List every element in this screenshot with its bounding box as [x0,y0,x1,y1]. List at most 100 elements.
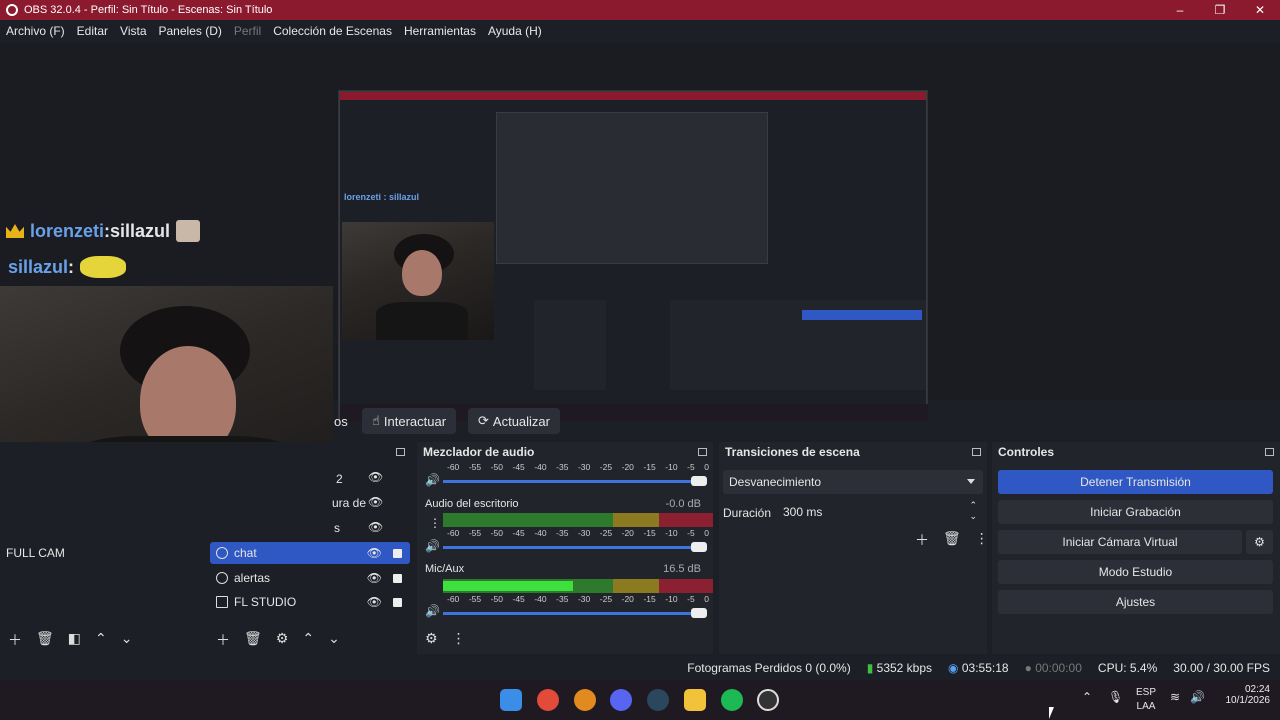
scene-item[interactable]: FULL CAM [6,546,65,560]
meter-scale: -60 -55 -50 -45 -40 -35 -30 -25 -20 -15 -10 -5 0 [447,594,709,604]
stop-streaming-button[interactable]: Detener Transmisión [998,470,1273,494]
microphone-icon[interactable]: 🎙 [1108,690,1123,704]
fl-studio-icon[interactable] [574,689,596,711]
obs-taskbar-icon[interactable] [757,689,779,711]
partial-button-label[interactable]: os [334,414,348,429]
down-icon[interactable]: ⌄ [121,630,133,650]
undock-icon[interactable] [1265,448,1274,456]
volume-slider[interactable] [443,476,707,486]
undock-icon[interactable] [698,448,707,456]
kebab-icon[interactable]: ⋮ [975,530,989,550]
channel-db: 16.5 dB [663,563,701,575]
chevron-up-icon[interactable]: ⌃ [1082,690,1092,704]
scenes-panel: FULL CAM ＋ 🗑 ◧ ⌃ ⌄ [0,442,206,654]
audio-mixer-panel: Mezclador de audio -60 -55 -50 -45 -40 -35 -30… [417,442,713,654]
refresh-button[interactable]: ⟳ Actualizar [468,408,560,434]
minimize-button[interactable]: – [1160,0,1200,20]
add-icon[interactable]: ＋ [216,630,230,650]
trash-icon[interactable]: 🗑 [36,630,54,650]
discord-icon[interactable] [610,689,632,711]
add-icon[interactable]: ＋ [8,630,22,650]
eye-icon[interactable]: 👁 [367,595,382,609]
close-button[interactable]: ✕ [1240,0,1280,20]
volume-slider[interactable] [443,608,707,618]
lock-icon[interactable] [393,573,402,583]
windows-start-icon[interactable] [500,689,522,711]
sources-header [206,442,411,462]
interact-button[interactable]: ☝ Interactuar [362,408,457,434]
down-icon[interactable]: ⌄ [328,630,340,650]
status-bar: Fotogramas Perdidos 0 (0.0%) ▮ 5352 kbps… [0,656,1280,680]
up-icon[interactable]: ⌃ [302,630,314,650]
menu-archivo[interactable]: Archivo (F) [6,24,65,38]
source-row-flstudio[interactable]: FL STUDIO 👁 [210,591,410,613]
studio-mode-button[interactable]: Modo Estudio [998,560,1273,584]
eye-icon[interactable]: 👁 [368,470,383,484]
settings-button[interactable]: Ajustes [998,590,1273,614]
source-label: chat [234,546,257,560]
spotify-icon[interactable] [721,689,743,711]
source-row-partial[interactable]: 2 [336,472,343,486]
meter-scale: -60 -55 -50 -45 -40 -35 -30 -25 -20 -15 -10 -5 0 [447,462,709,472]
start-virtual-camera-button[interactable]: Iniciar Cámara Virtual [998,530,1242,554]
source-row-partial[interactable]: ura de [332,496,366,510]
menu-bar: Archivo (F) Editar Vista Paneles (D) Per… [0,20,1280,42]
lock-icon[interactable] [393,548,402,558]
source-row-partial[interactable]: s [334,521,340,535]
eye-icon[interactable]: 👁 [368,495,383,509]
eye-icon[interactable]: 👁 [367,571,382,585]
spinner-icon[interactable]: ⌃ ⌄ [969,500,977,522]
menu-herramientas[interactable]: Herramientas [404,24,476,38]
transitions-header: Transiciones de escena [719,442,987,462]
source-row-chat[interactable]: chat 👁 [210,542,410,564]
filter-icon[interactable]: ◧ [68,630,81,650]
gear-icon[interactable]: ⚙ [276,630,289,650]
windows-taskbar: ⌃ 🎙 ESP LAA ≋ 🔊 02:24 10/1/2026 [0,680,1280,720]
steam-icon[interactable] [647,689,669,711]
duration-field[interactable]: 300 ms ⌃ ⌄ [775,500,983,524]
nested-inner-preview [496,112,768,264]
lock-icon[interactable] [393,597,402,607]
source-row-alertas[interactable]: alertas 👁 [210,567,410,589]
chrome-icon[interactable] [537,689,559,711]
eye-icon[interactable]: 👁 [367,546,382,560]
advanced-audio-icon[interactable]: ⚙ [425,630,438,647]
slider-knob[interactable] [691,542,707,552]
menu-ayuda[interactable]: Ayuda (H) [488,24,542,38]
trash-icon[interactable]: 🗑 [244,630,262,650]
menu-coleccion-escenas[interactable]: Colección de Escenas [273,24,392,38]
kebab-icon[interactable]: ⋮ [429,516,441,530]
undock-icon[interactable] [396,448,405,456]
virtual-camera-settings-icon[interactable]: ⚙ [1246,530,1273,554]
emote-icon [80,256,127,278]
menu-paneles[interactable]: Paneles (D) [159,24,222,38]
volume-slider[interactable] [443,542,707,552]
kebab-icon[interactable]: ⋮ [452,630,466,647]
add-icon[interactable]: ＋ [915,530,929,550]
eye-icon[interactable]: 👁 [368,520,383,534]
speaker-icon[interactable]: 🔊 [425,473,440,487]
controls-panel: Controles Detener Transmisión Iniciar Gr… [992,442,1280,654]
speaker-tray-icon[interactable]: 🔊 [1190,690,1205,704]
slider-knob[interactable] [691,608,707,618]
record-timer: ● 00:00:00 [1024,661,1082,675]
transition-select[interactable]: Desvanecimiento [723,470,983,494]
undock-icon[interactable] [972,448,981,456]
chat-msg-1: sillazul [110,220,171,241]
wifi-icon[interactable]: ≋ [1170,690,1180,704]
language-indicator[interactable]: ESP LAA [1136,686,1156,714]
menu-editar[interactable]: Editar [77,24,108,38]
start-recording-button[interactable]: Iniciar Grabación [998,500,1273,524]
speaker-icon[interactable]: 🔊 [425,539,440,553]
menu-perfil[interactable]: Perfil [234,24,261,38]
file-explorer-icon[interactable] [684,689,706,711]
menu-vista[interactable]: Vista [120,24,146,38]
trash-icon[interactable]: 🗑 [943,530,961,550]
speaker-icon[interactable]: 🔊 [425,604,440,618]
date: 10/1/2026 [1225,695,1271,706]
duration-value: 300 ms [783,505,823,519]
maximize-button[interactable]: ❐ [1200,0,1240,20]
clock[interactable]: 02:24 10/1/2026 [1226,684,1271,706]
slider-knob[interactable] [691,476,707,486]
up-icon[interactable]: ⌃ [95,630,107,650]
